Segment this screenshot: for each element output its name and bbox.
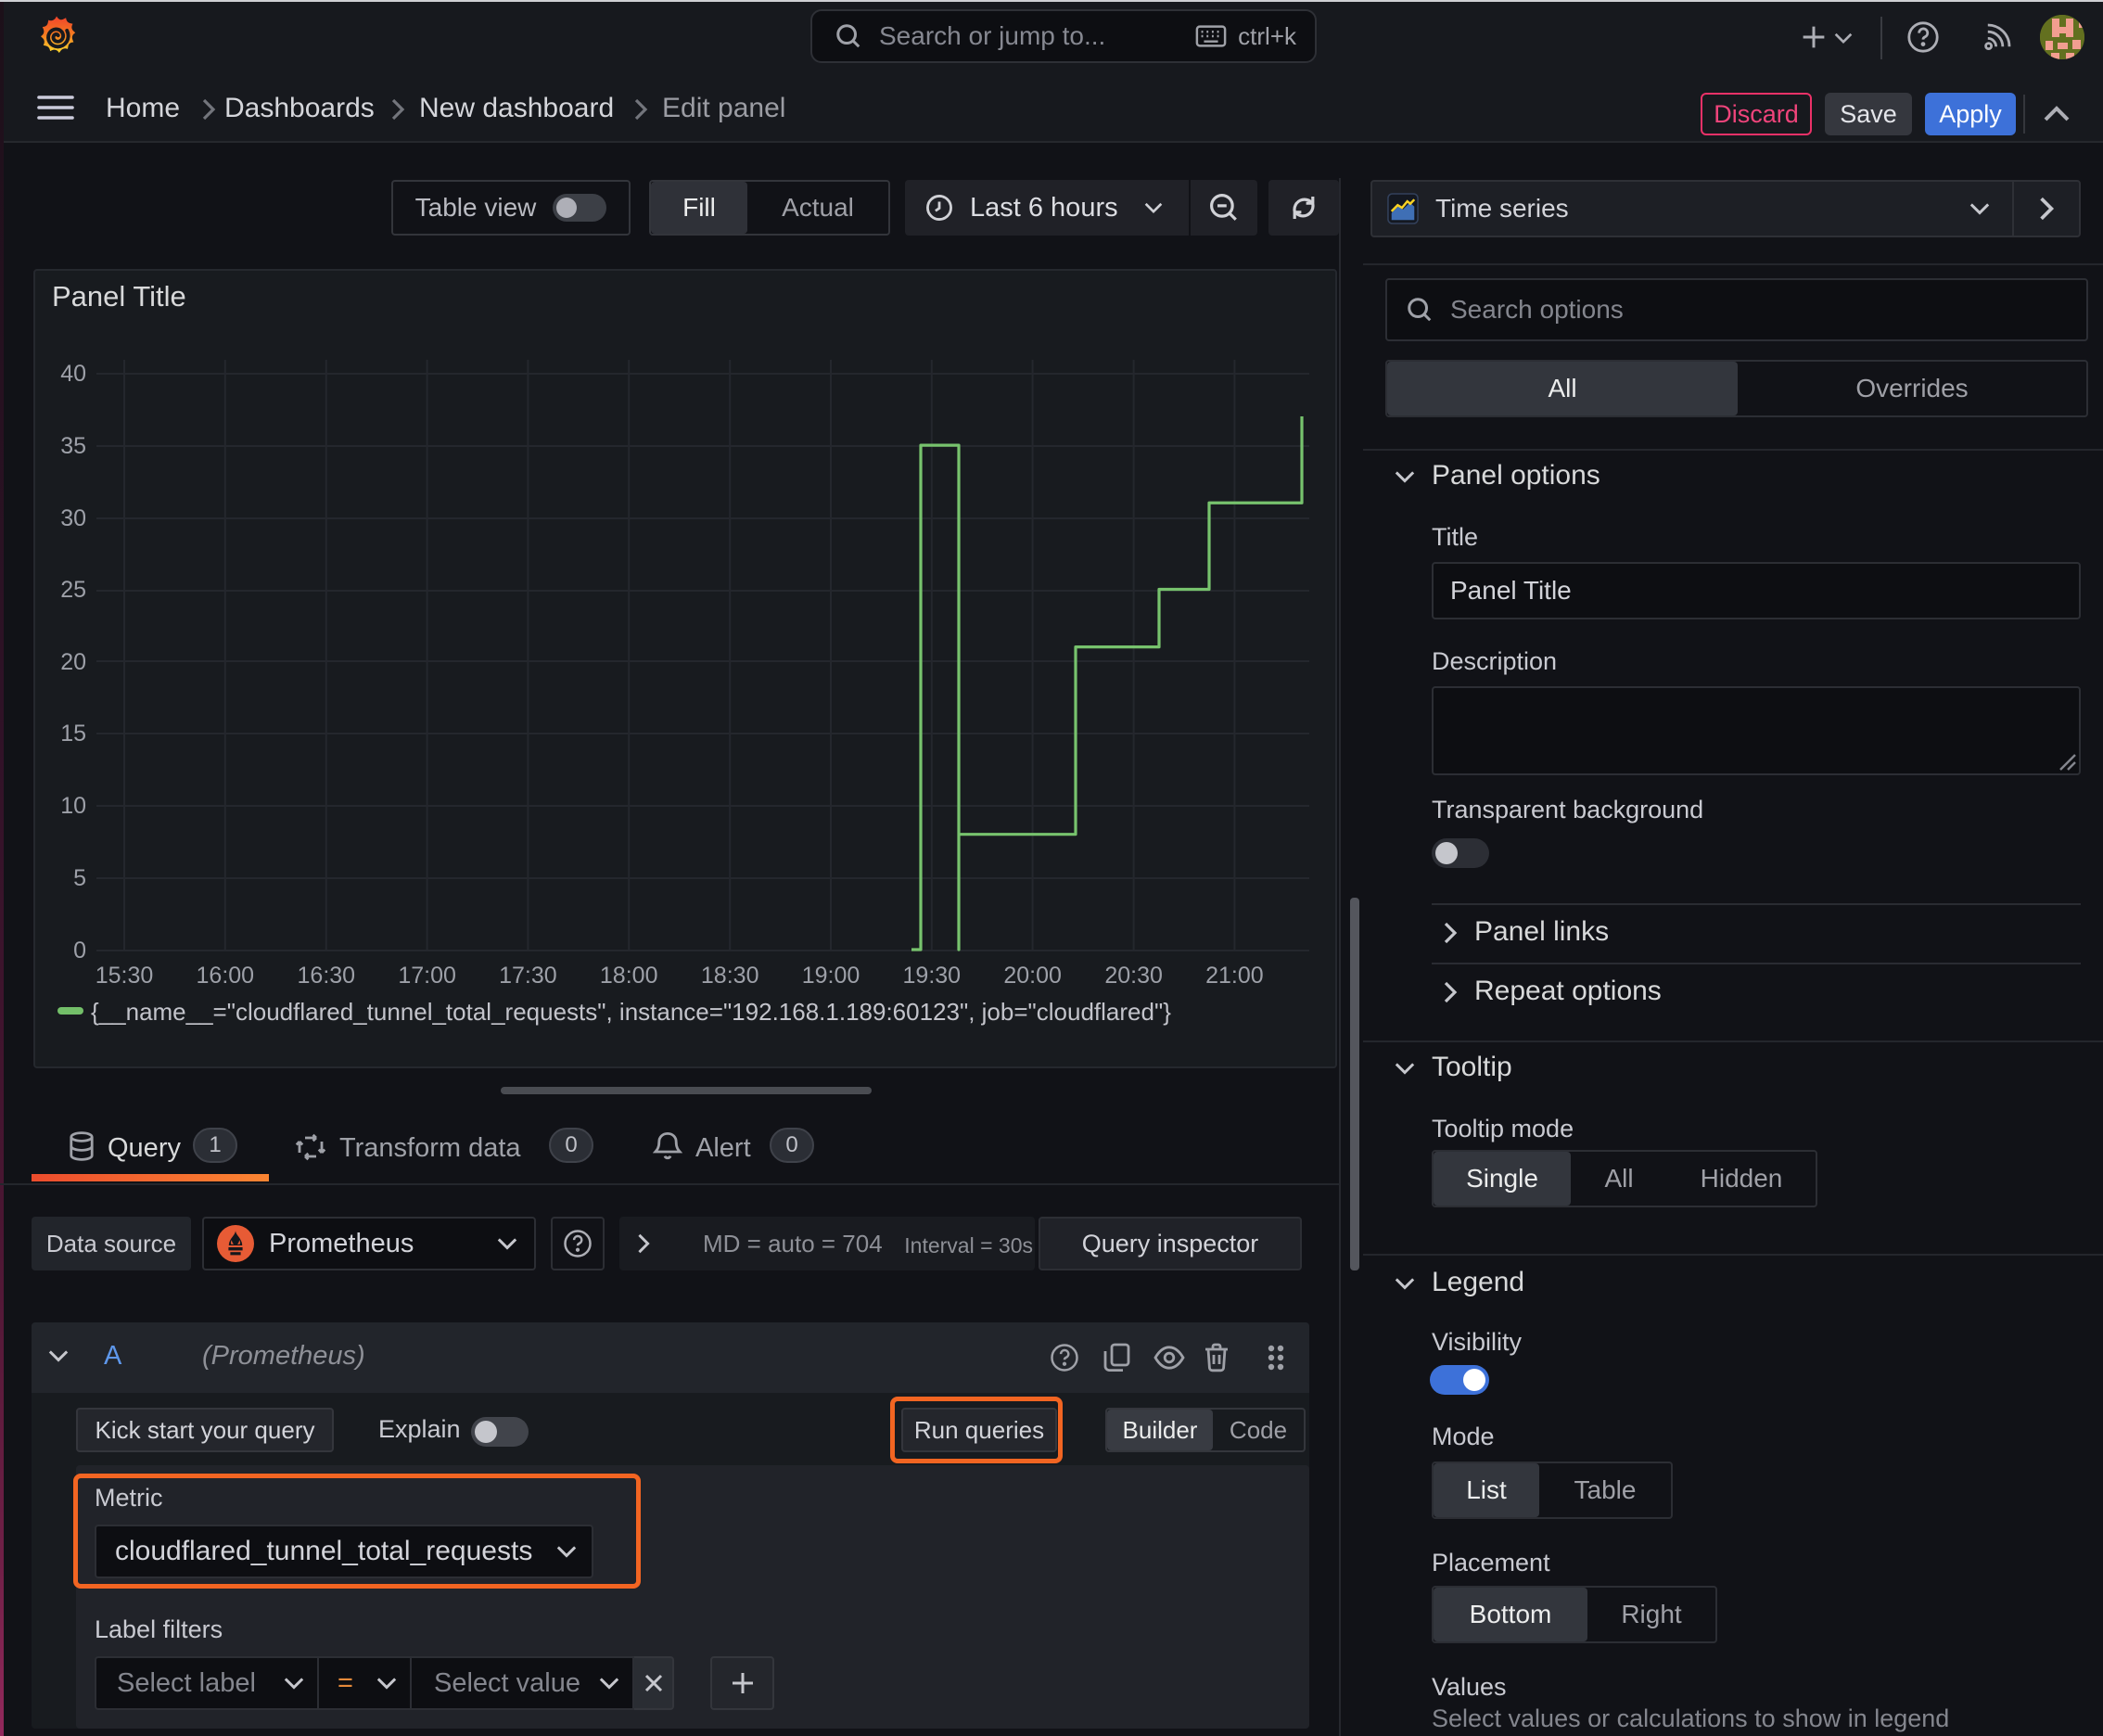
svg-text:15:30: 15:30 [96,963,154,989]
svg-text:16:00: 16:00 [197,963,255,989]
svg-text:0: 0 [73,938,86,964]
svg-text:20:30: 20:30 [1104,963,1163,989]
svg-text:20:00: 20:00 [1003,963,1062,989]
svg-text:30: 30 [60,505,86,531]
svg-text:17:30: 17:30 [499,963,557,989]
svg-text:40: 40 [60,361,86,387]
svg-text:17:00: 17:00 [398,963,456,989]
svg-text:19:00: 19:00 [802,963,860,989]
svg-text:20: 20 [60,649,86,675]
svg-text:18:30: 18:30 [701,963,759,989]
svg-text:19:30: 19:30 [903,963,962,989]
svg-text:25: 25 [60,577,86,603]
svg-text:18:00: 18:00 [600,963,658,989]
svg-text:{__name__="cloudflared_tunnel_: {__name__="cloudflared_tunnel_total_requ… [91,998,1171,1026]
svg-text:5: 5 [73,865,86,891]
svg-text:16:30: 16:30 [298,963,356,989]
svg-text:21:00: 21:00 [1205,963,1264,989]
svg-text:35: 35 [60,433,86,459]
svg-text:10: 10 [60,793,86,819]
svg-text:15: 15 [60,721,86,747]
